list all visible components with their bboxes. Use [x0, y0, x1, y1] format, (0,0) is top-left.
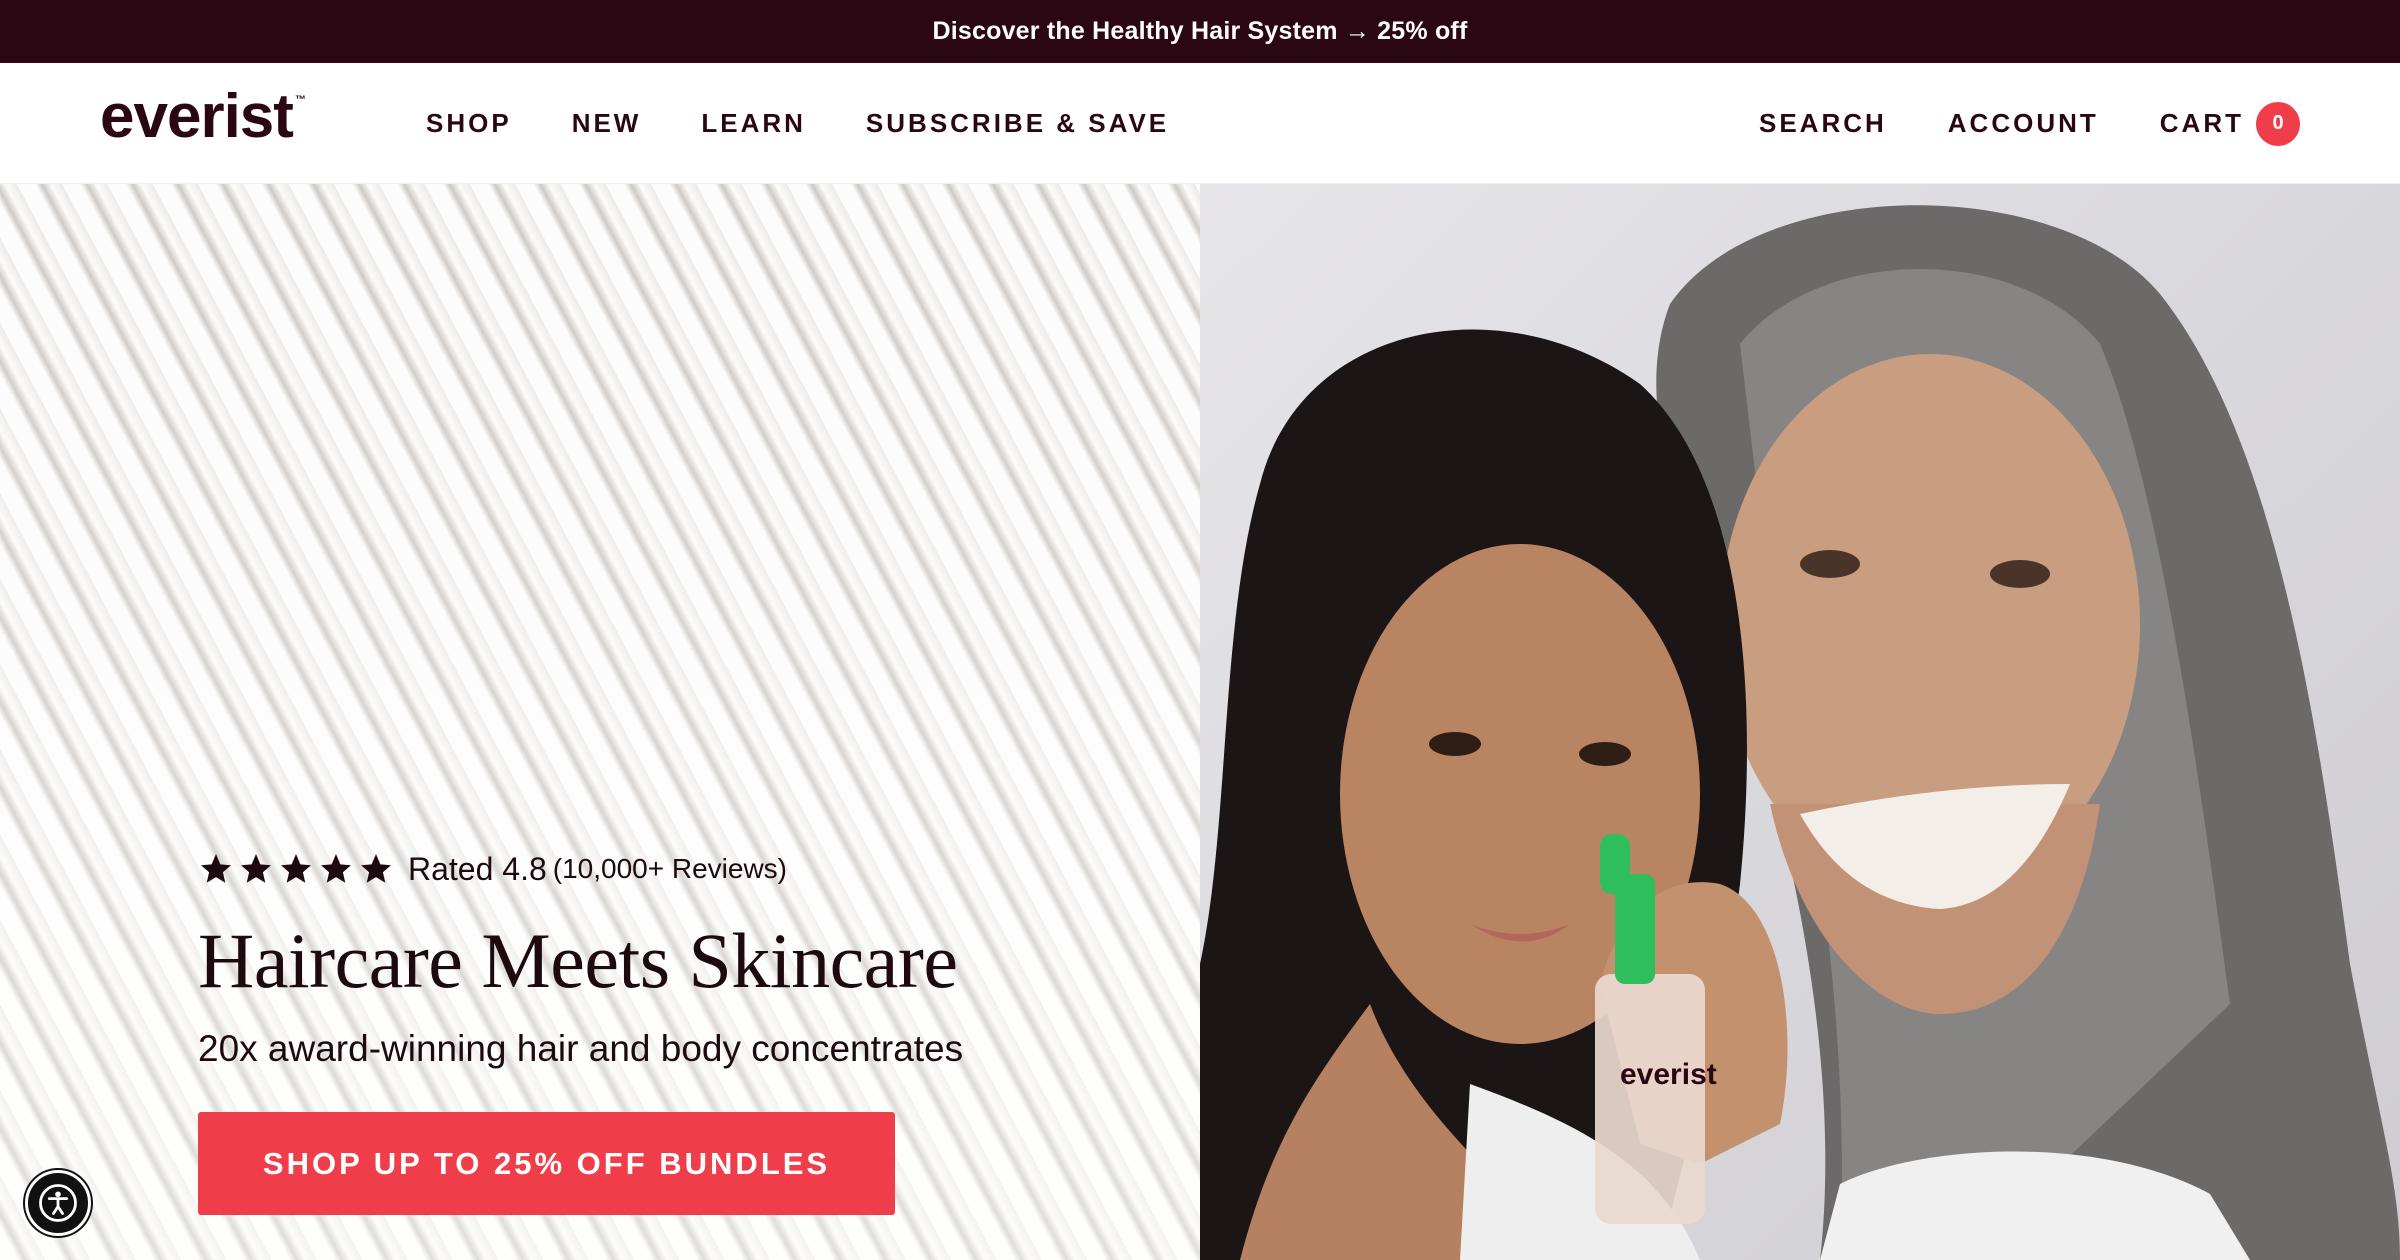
accessibility-icon: [39, 1184, 77, 1222]
star-icon: [241, 854, 271, 883]
hero-subhead: 20x award-winning hair and body concentr…: [198, 1028, 964, 1069]
nav-subscribe-save[interactable]: SUBSCRIBE & SAVE: [866, 108, 1169, 139]
star-icon: [321, 854, 351, 883]
logo-trademark: ™: [294, 94, 306, 106]
models-illustration: everist: [1200, 205, 2400, 1260]
site-header: everist ™ SHOP NEW LEARN SUBSCRIBE & SAVE…: [0, 63, 2400, 184]
rating-row: Rated 4.8 (10,000+ Reviews): [198, 844, 1198, 894]
star-icon: [281, 854, 311, 883]
announcement-text[interactable]: Discover the Healthy Hair System → 25% o…: [933, 17, 1468, 46]
hero-banner: everist Rated 4.8 (10,000+ Reviews) Hair…: [0, 184, 2400, 1260]
cart-link[interactable]: CART 0: [2159, 101, 2300, 146]
nav-shop[interactable]: SHOP: [426, 108, 512, 139]
star-rating: [198, 851, 394, 887]
logo[interactable]: everist ™: [100, 81, 306, 152]
logo-wordmark: everist: [100, 82, 294, 151]
cart-count-badge: 0: [2256, 101, 2300, 146]
bottle-label: everist: [1620, 1058, 1717, 1091]
nav-learn[interactable]: LEARN: [701, 108, 806, 139]
announcement-bar[interactable]: Discover the Healthy Hair System → 25% o…: [0, 0, 2400, 63]
main-nav: SHOP NEW LEARN SUBSCRIBE & SAVE: [426, 63, 1229, 184]
rating-value: Rated 4.8: [408, 850, 547, 887]
models-photo: everist: [1200, 184, 2400, 1260]
search-link[interactable]: SEARCH: [1759, 108, 1887, 139]
account-link[interactable]: ACCOUNT: [1948, 108, 2099, 139]
utility-nav: SEARCH ACCOUNT CART 0: [1698, 63, 2300, 184]
review-count: (10,000+ Reviews): [552, 853, 787, 884]
cart-label: CART: [2159, 108, 2244, 138]
star-icon: [361, 854, 391, 883]
nav-new[interactable]: NEW: [572, 108, 642, 139]
shop-bundles-button[interactable]: SHOP UP TO 25% OFF BUNDLES: [198, 1112, 895, 1215]
star-icon: [201, 854, 231, 883]
hero-copy: Rated 4.8 (10,000+ Reviews) Haircare Mee…: [198, 844, 1198, 1215]
accessibility-button[interactable]: [25, 1170, 91, 1236]
hero-headline: Haircare Meets Skincare: [198, 917, 958, 1004]
